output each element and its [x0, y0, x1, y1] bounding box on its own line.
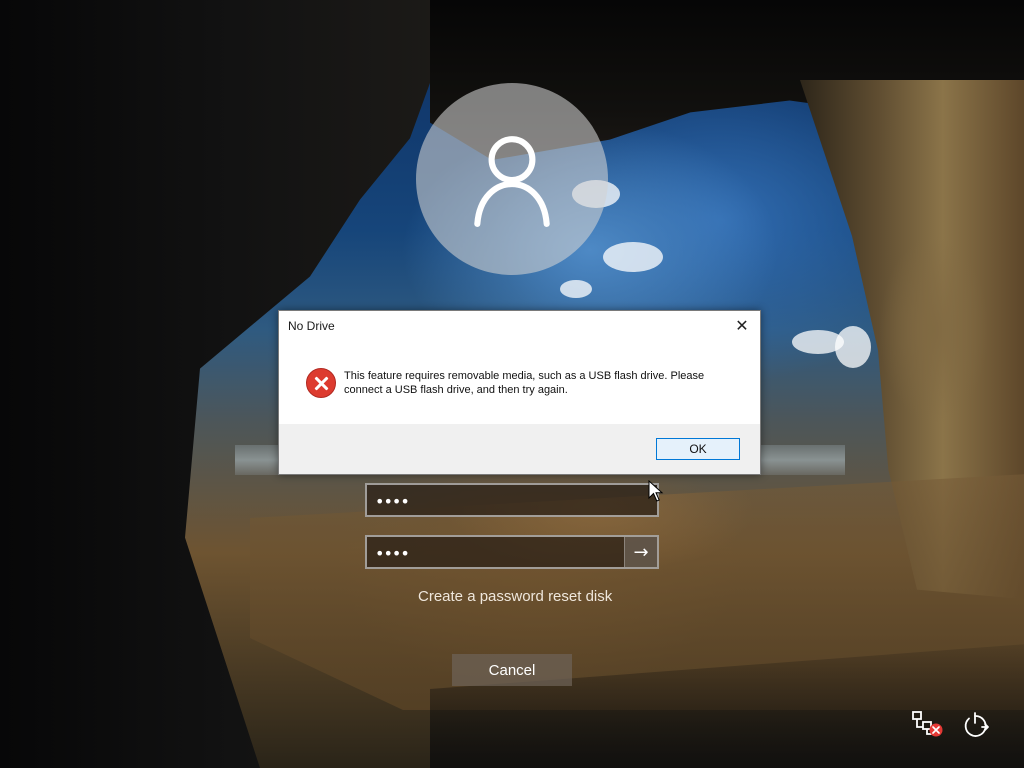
no-drive-dialog: No Drive ✕ This feature requires removab…	[278, 310, 761, 475]
user-icon	[474, 136, 550, 227]
dialog-titlebar: No Drive ✕	[279, 311, 760, 340]
cloud	[560, 280, 592, 298]
dialog-body: This feature requires removable media, s…	[279, 340, 760, 424]
cloud	[835, 326, 871, 368]
mouse-cursor-icon	[648, 480, 664, 502]
lock-screen: •••• •••• → Create a password reset disk…	[0, 0, 1024, 768]
cloud	[603, 242, 663, 272]
cancel-button[interactable]: Cancel	[452, 654, 572, 686]
dialog-title: No Drive	[288, 319, 335, 333]
arrow-right-icon: →	[633, 541, 649, 563]
password-field[interactable]: ••••	[365, 483, 659, 517]
dialog-message: This feature requires removable media, s…	[344, 370, 705, 396]
network-disconnected-icon[interactable]	[911, 710, 945, 740]
confirm-password-field[interactable]: •••• →	[365, 535, 659, 569]
confirm-password-mask: ••••	[375, 544, 410, 563]
close-button[interactable]: ✕	[724, 311, 760, 340]
create-password-reset-disk-link[interactable]: Create a password reset disk	[418, 588, 612, 605]
error-icon	[306, 368, 336, 398]
avatar	[416, 83, 608, 275]
power-options-icon[interactable]	[958, 710, 992, 740]
password-mask: ••••	[375, 492, 410, 511]
submit-button[interactable]: →	[624, 537, 657, 567]
close-icon: ✕	[735, 315, 749, 335]
ok-button[interactable]: OK	[656, 438, 740, 460]
dialog-footer: OK	[279, 424, 760, 474]
